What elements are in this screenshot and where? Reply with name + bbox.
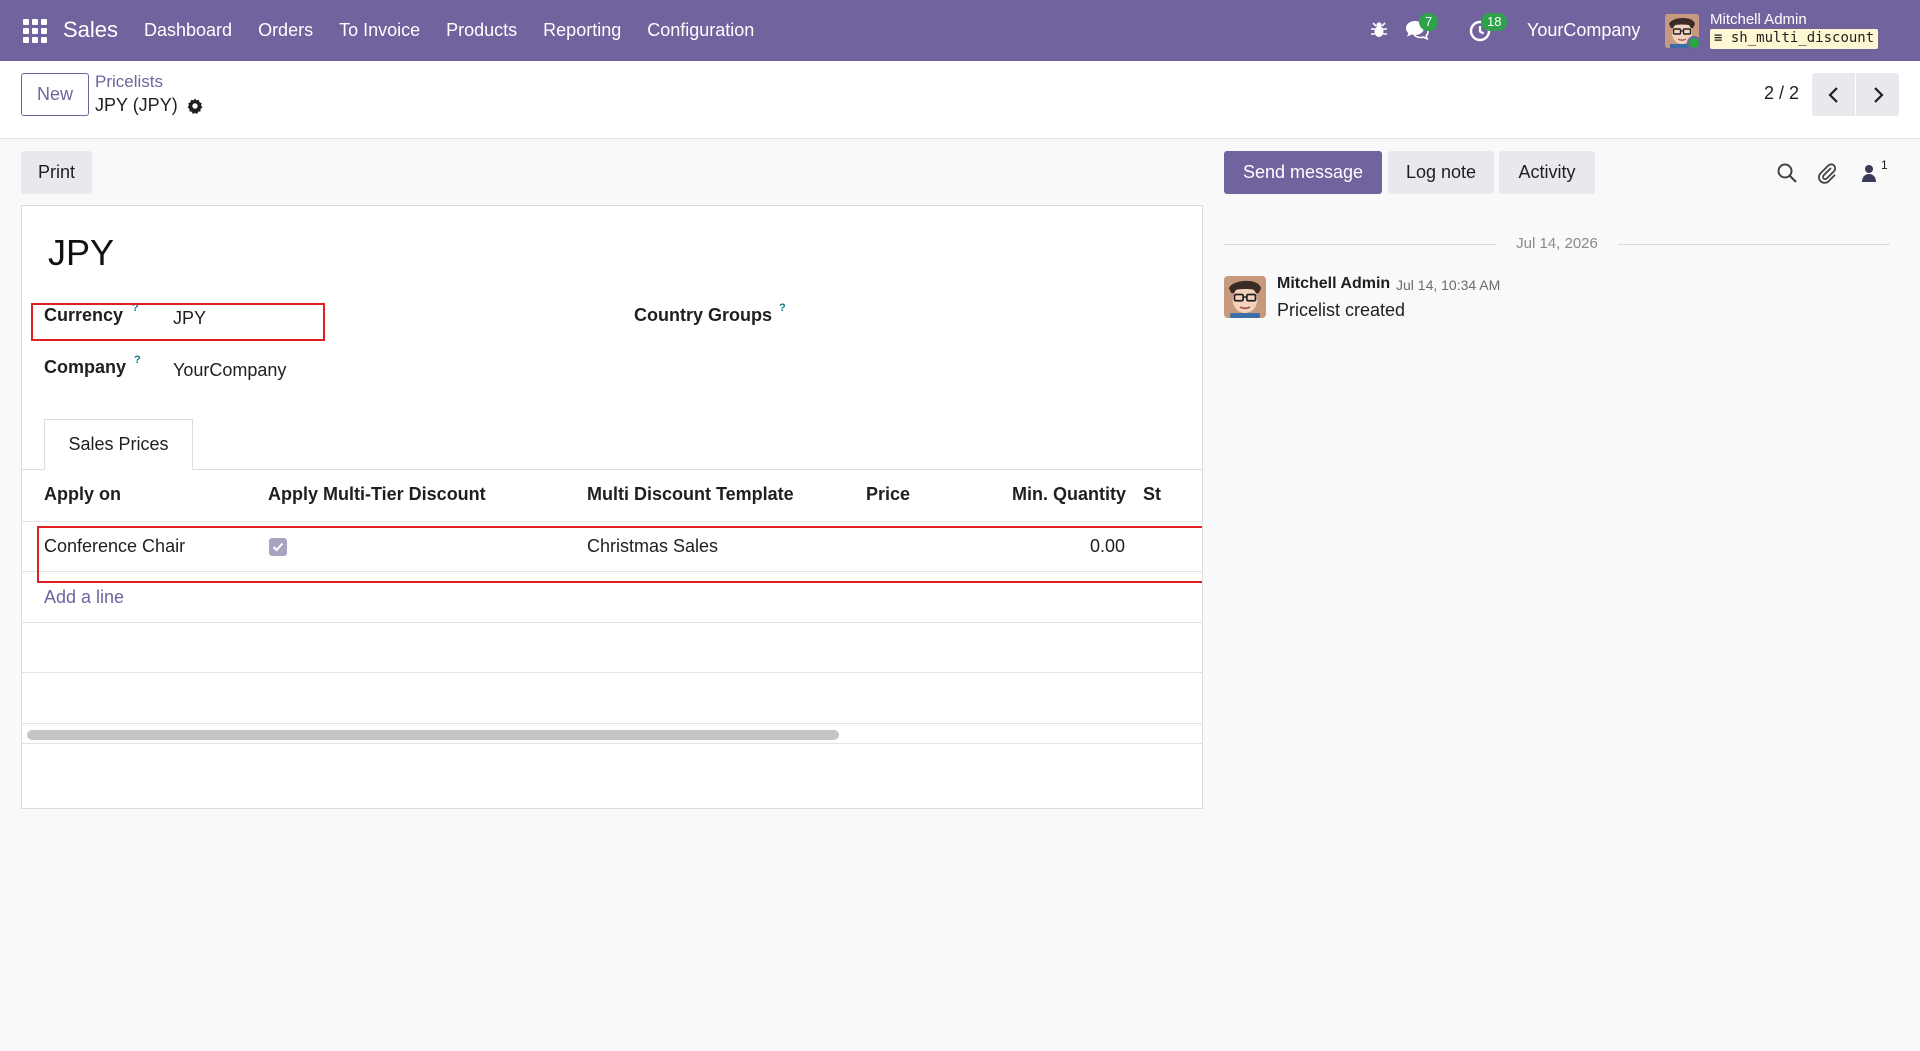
log-note-button[interactable]: Log note: [1388, 151, 1494, 194]
column-min-quantity[interactable]: Min. Quantity: [1012, 484, 1126, 505]
top-navbar: Sales Dashboard Orders To Invoice Produc…: [0, 0, 1920, 61]
menu-orders[interactable]: Orders: [258, 20, 313, 41]
company-switcher[interactable]: YourCompany: [1527, 20, 1640, 41]
horizontal-scrollbar[interactable]: [27, 730, 839, 740]
activities-badge: 18: [1481, 13, 1508, 31]
column-truncated[interactable]: St: [1143, 484, 1161, 505]
activity-button[interactable]: Activity: [1499, 151, 1595, 194]
chevron-right-icon: [1873, 86, 1884, 103]
online-status-icon: [1687, 36, 1701, 50]
breadcrumb-pricelists[interactable]: Pricelists: [95, 72, 163, 92]
date-separator-label: Jul 14, 2026: [1516, 235, 1598, 252]
database-name: sh_multi_discount: [1730, 30, 1875, 46]
bug-icon[interactable]: [1369, 20, 1389, 40]
form-sheet: JPY Currency ? JPY Country Groups ? Comp…: [21, 205, 1203, 809]
message-date: Jul 14, 10:34 AM: [1396, 277, 1501, 293]
database-tag: ≡ sh_multi_discount: [1710, 29, 1879, 49]
chevron-left-icon: [1827, 86, 1838, 103]
column-multi-discount-template[interactable]: Multi Discount Template: [587, 484, 794, 505]
country-groups-label: Country Groups: [634, 305, 772, 325]
breadcrumb-current-label: JPY (JPY): [95, 95, 178, 115]
send-message-button[interactable]: Send message: [1224, 151, 1382, 194]
pager-previous-button[interactable]: [1812, 73, 1855, 116]
followers-count: 1: [1881, 158, 1888, 172]
database-icon: ≡: [1714, 30, 1723, 46]
column-apply-on[interactable]: Apply on: [44, 484, 121, 505]
menu-configuration[interactable]: Configuration: [647, 20, 754, 41]
column-price[interactable]: Price: [866, 484, 910, 505]
gear-icon[interactable]: [186, 97, 204, 115]
row-divider: [22, 622, 1202, 623]
record-title[interactable]: JPY: [48, 232, 114, 274]
row-divider: [22, 723, 1202, 724]
print-button[interactable]: Print: [21, 151, 92, 194]
message-author-avatar[interactable]: [1224, 276, 1266, 318]
header-divider: [22, 521, 1202, 522]
apps-grid-icon[interactable]: [23, 19, 47, 43]
breadcrumb-current: JPY (JPY): [95, 95, 204, 116]
menu-reporting[interactable]: Reporting: [543, 20, 621, 41]
date-separator: Jul 14, 2026: [1224, 234, 1890, 254]
column-apply-multi-tier-discount[interactable]: Apply Multi-Tier Discount: [268, 484, 486, 505]
tab-sales-prices-label: Sales Prices: [68, 434, 169, 454]
message-body: Pricelist created: [1277, 300, 1406, 320]
company-field[interactable]: YourCompany: [173, 360, 286, 381]
tab-divider: [22, 469, 1202, 470]
add-line-link[interactable]: Add a line: [44, 587, 124, 608]
paperclip-icon[interactable]: [1816, 162, 1838, 184]
row-highlight-box: [37, 526, 1202, 583]
menu-products[interactable]: Products: [446, 20, 517, 41]
country-groups-help-icon[interactable]: ?: [779, 302, 786, 314]
pager-value[interactable]: 2 / 2: [1764, 83, 1799, 104]
control-panel: New Pricelists JPY (JPY) 2 / 2: [0, 61, 1920, 139]
pager-next-button[interactable]: [1856, 73, 1899, 116]
row-divider: [22, 672, 1202, 673]
message-author[interactable]: Mitchell Admin: [1277, 275, 1390, 293]
followers-icon[interactable]: [1858, 162, 1880, 184]
row-divider: [22, 743, 1202, 744]
messages-badge: 7: [1419, 13, 1439, 31]
main-menu: Dashboard Orders To Invoice Products Rep…: [144, 20, 780, 41]
app-name[interactable]: Sales: [63, 17, 118, 43]
tab-sales-prices[interactable]: Sales Prices: [44, 419, 193, 470]
company-help-icon[interactable]: ?: [134, 354, 141, 366]
user-name[interactable]: Mitchell Admin: [1710, 11, 1807, 28]
menu-to-invoice[interactable]: To Invoice: [339, 20, 420, 41]
menu-dashboard[interactable]: Dashboard: [144, 20, 232, 41]
company-label: Company: [44, 357, 127, 377]
new-button[interactable]: New: [21, 73, 89, 116]
search-icon[interactable]: [1776, 162, 1798, 184]
currency-highlight-box: [31, 303, 325, 341]
